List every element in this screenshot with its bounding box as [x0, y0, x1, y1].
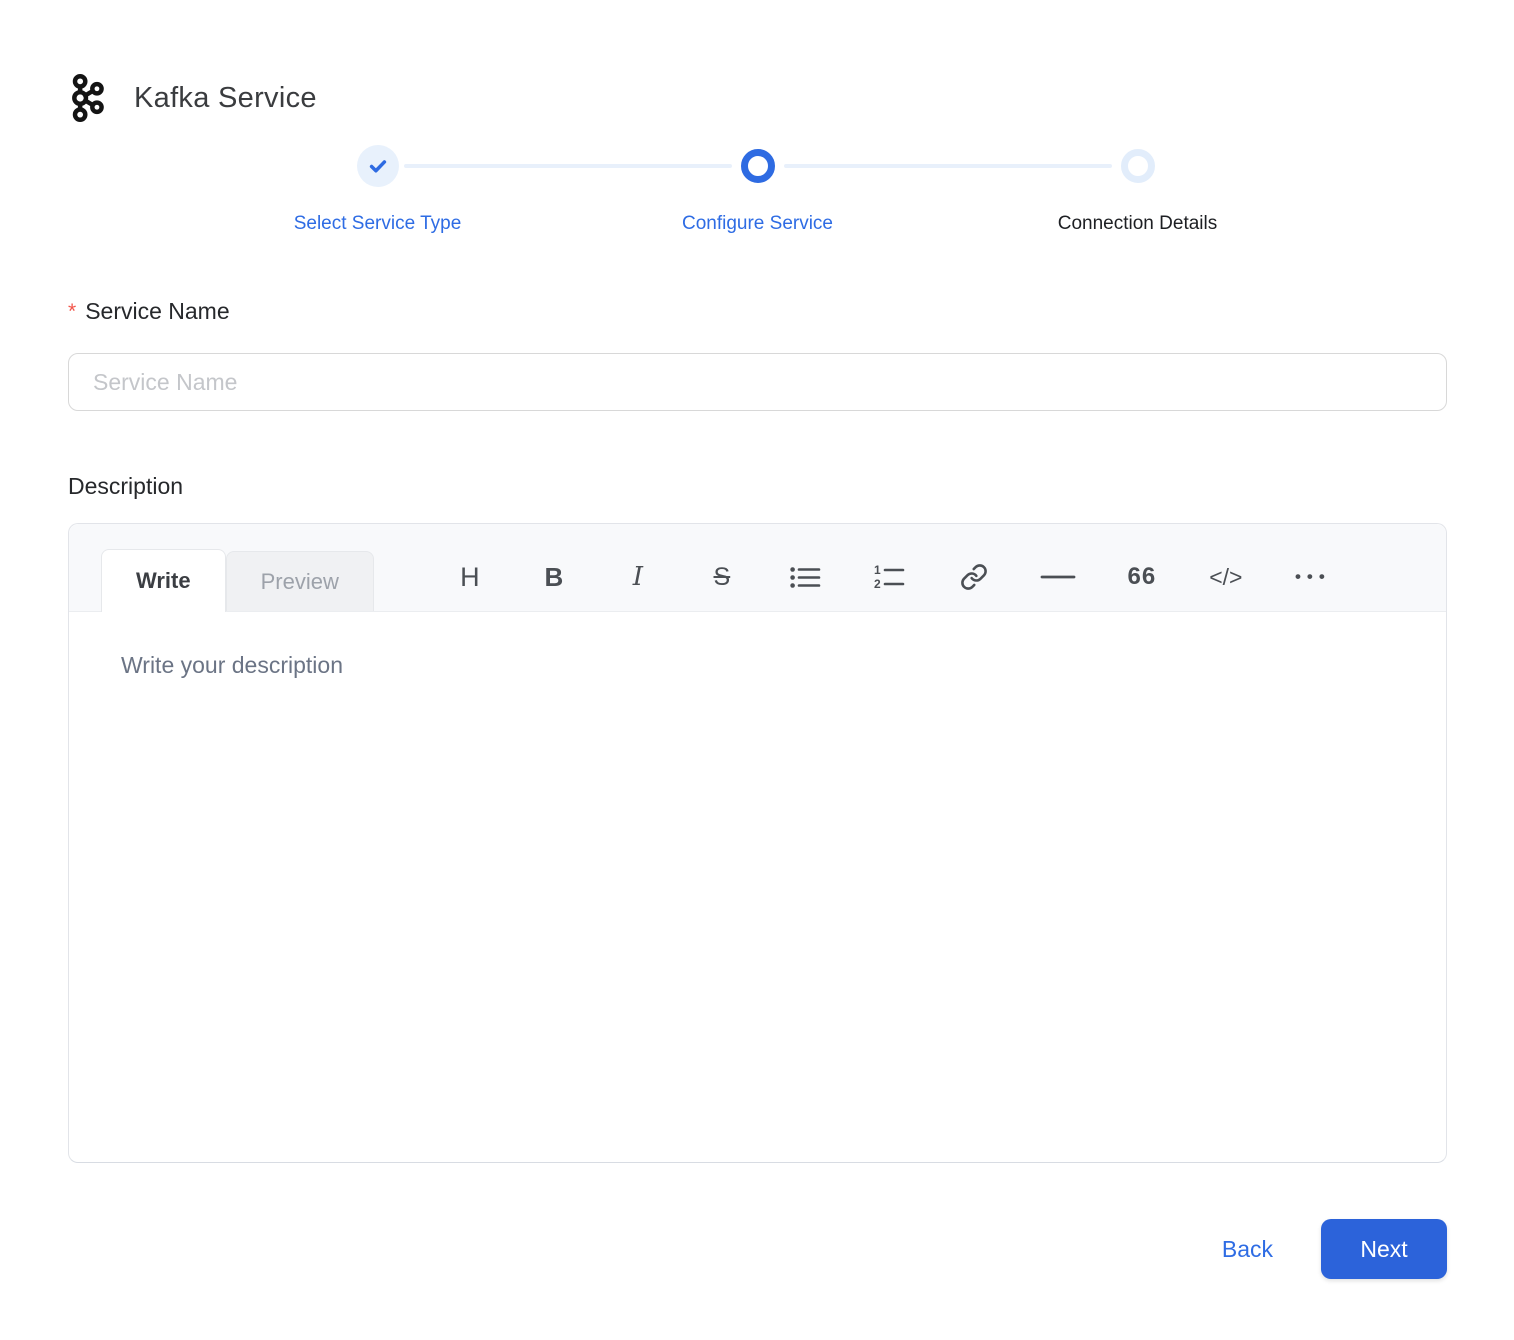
- step-label: Configure Service: [681, 213, 834, 234]
- horizontal-rule-icon[interactable]: [1038, 557, 1078, 597]
- kafka-service-wizard: Kafka Service Select Service Type Config…: [0, 0, 1514, 1279]
- link-icon[interactable]: [954, 557, 994, 597]
- stepper: Select Service Type Configure Service Co…: [188, 144, 1328, 238]
- step-active-circle: [740, 149, 775, 183]
- strikethrough-icon[interactable]: S: [702, 557, 742, 597]
- service-name-input[interactable]: [68, 353, 1447, 411]
- editor-toolbar: H B I S 1 2 66 </> •••: [450, 557, 1330, 597]
- editor-toolbar-bar: Write Preview H B I S 1 2 66 </> •••: [69, 524, 1446, 612]
- description-editor: Write Preview H B I S 1 2 66 </> ••• Wri…: [68, 523, 1447, 1163]
- italic-icon[interactable]: I: [618, 557, 658, 597]
- description-label: Description: [68, 473, 184, 499]
- bold-icon[interactable]: B: [534, 557, 574, 597]
- code-icon[interactable]: </>: [1206, 557, 1246, 597]
- heading-icon[interactable]: H: [450, 557, 490, 597]
- editor-tabs: Write Preview: [101, 549, 374, 612]
- wizard-footer: Back Next: [68, 1219, 1447, 1279]
- back-button[interactable]: Back: [1222, 1236, 1273, 1263]
- step-configure-service[interactable]: Configure Service: [568, 144, 1112, 238]
- tab-write[interactable]: Write: [101, 549, 226, 612]
- quote-icon[interactable]: 66: [1122, 557, 1162, 597]
- step-label: Connection Details: [1057, 213, 1218, 234]
- wizard-header: Kafka Service: [68, 74, 1447, 122]
- kafka-logo-icon: [68, 74, 106, 122]
- editor-content-area: [69, 612, 1446, 1162]
- step-completed-circle: [356, 145, 399, 187]
- required-asterisk: *: [68, 300, 77, 323]
- next-button[interactable]: Next: [1321, 1219, 1447, 1279]
- description-textarea[interactable]: [121, 652, 1394, 1117]
- page-title: Kafka Service: [134, 81, 317, 114]
- step-upcoming-circle: [1120, 149, 1155, 183]
- tab-preview[interactable]: Preview: [225, 551, 374, 611]
- step-select-service-type[interactable]: Select Service Type: [188, 144, 732, 238]
- step-connection-details[interactable]: Connection Details: [948, 144, 1328, 238]
- service-name-label: * Service Name: [68, 298, 230, 324]
- svg-text:1: 1: [874, 564, 881, 577]
- check-icon: [367, 155, 389, 177]
- step-label: Select Service Type: [293, 213, 462, 234]
- unordered-list-icon[interactable]: [786, 557, 826, 597]
- svg-text:2: 2: [874, 577, 881, 590]
- more-options-icon[interactable]: •••: [1290, 557, 1330, 597]
- ordered-list-icon[interactable]: 1 2: [870, 557, 910, 597]
